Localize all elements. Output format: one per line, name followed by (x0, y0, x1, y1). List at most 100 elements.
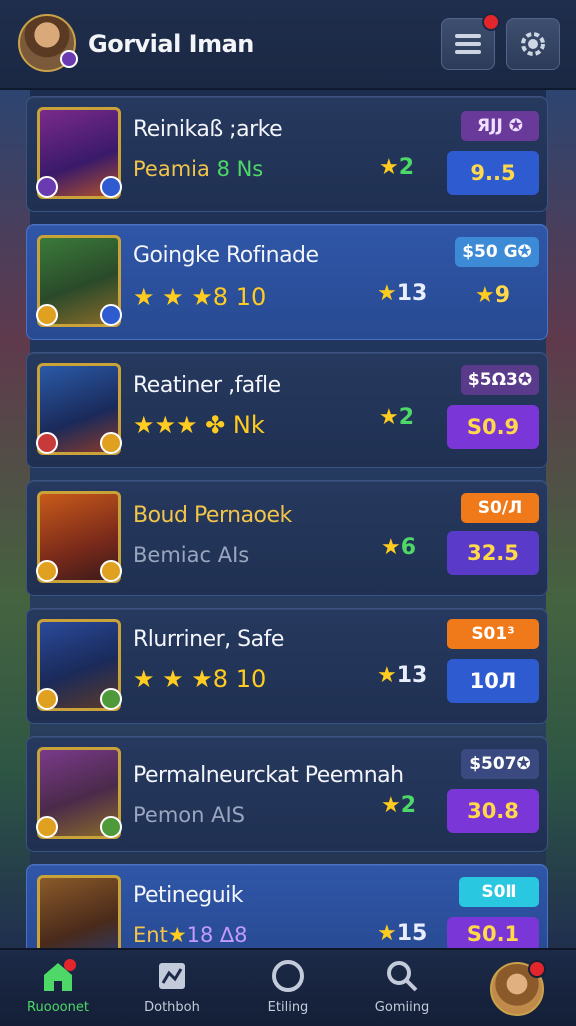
profile-avatar[interactable] (490, 960, 546, 1016)
hero-subtitle-text: Ent (133, 923, 168, 947)
hero-stars: ★ ★ ★8 10 (133, 283, 267, 311)
hero-subtitle-tag: 18 ∆8 (186, 923, 248, 947)
roster-card[interactable]: Reatiner ,fafle ★★★ ✤ Nk ★2 $5Ω3✪ S0.9 (26, 352, 548, 468)
rating-value: 6 (400, 535, 417, 560)
roster-card[interactable]: Permalneurckat Peemnah Pemon AIS ★2 $507… (26, 736, 548, 852)
notification-dot (528, 960, 546, 978)
class-icon (36, 176, 58, 198)
roster-card[interactable]: Reinikaß ;arke Peamia 8 Ns ★2 ЯЈЈ ✪ 9..5 (26, 96, 548, 212)
element-icon (100, 176, 122, 198)
hero-rating: ★13 (377, 281, 427, 306)
list-icon (455, 30, 481, 58)
value-text: 9 (494, 283, 511, 308)
roster-card[interactable]: Boud Pernaoek Bemiac AIs ★6 S0/Л 32.5 (26, 480, 548, 596)
hero-portrait (36, 107, 122, 199)
bottom-navigation: Ruooonet Dothboh Etiling Gomiing (0, 948, 576, 1026)
value-pill[interactable]: 32.5 (447, 531, 539, 575)
value-pill[interactable]: S0.1 (447, 917, 539, 951)
hero-name: Reinikaß ;arke (133, 117, 283, 142)
gear-person-icon (521, 32, 545, 56)
star-icon: ★ (475, 283, 495, 308)
element-icon (100, 560, 122, 582)
hero-subtitle-tag: 8 Ns (216, 157, 264, 181)
hero-subtitle: Bemiac AIs (133, 543, 250, 567)
rating-value: 15 (396, 921, 428, 946)
hero-stars: ★ ★ ★8 10 (133, 665, 267, 693)
chart-icon (122, 958, 222, 994)
hero-stars: ★★★ ✤ Nk (133, 411, 265, 439)
value-pill[interactable]: 9..5 (447, 151, 539, 195)
star-icon: ★ (167, 923, 187, 947)
rating-value: 2 (398, 155, 415, 180)
menu-button[interactable] (441, 13, 500, 70)
hero-subtitle: Ent★18 ∆8 (133, 923, 247, 947)
price-tag: ЯЈЈ ✪ (461, 111, 539, 141)
nav-search[interactable]: Gomiing (352, 958, 452, 1015)
star-icon: ★ (377, 281, 397, 306)
hero-portrait (36, 619, 122, 711)
price-tag: $50 G✪ (455, 237, 539, 267)
hero-portrait (36, 363, 122, 455)
hero-subtitle: Peamia 8 Ns (133, 157, 263, 181)
element-icon (100, 816, 122, 838)
element-icon (100, 304, 122, 326)
roster-card[interactable]: Rlurriner, Safe ★ ★ ★8 10 ★13 S01³ 10Л (26, 608, 548, 724)
rating-value: 13 (396, 663, 428, 688)
class-icon (36, 432, 58, 454)
star-icon: ★ (377, 921, 397, 946)
nav-home-label: Ruooonet (27, 1000, 89, 1015)
roster-card[interactable]: Petineguik Ent★18 ∆8 ★15 S0Ⅱ S0.1 (26, 864, 548, 961)
value-pill[interactable]: 10Л (447, 659, 539, 703)
hero-name: Permalneurckat Peemnah (133, 763, 404, 788)
hero-name: Reatiner ,fafle (133, 373, 281, 398)
hero-rating: ★13 (377, 663, 427, 688)
hero-name: Goingke Rofinade (133, 243, 319, 268)
player-avatar[interactable] (18, 14, 78, 72)
hero-portrait (36, 747, 122, 839)
hero-portrait (36, 235, 122, 327)
nav-rating-label: Etiling (267, 1000, 309, 1015)
hero-subtitle: Pemon AIS (133, 803, 246, 827)
nav-rating[interactable]: Etiling (238, 958, 338, 1015)
hero-rating: ★2 (379, 155, 414, 180)
class-icon (36, 304, 58, 326)
class-icon (36, 688, 58, 710)
star-icon: ★ (379, 405, 399, 430)
price-tag: S01³ (447, 619, 539, 649)
element-icon (100, 688, 122, 710)
settings-button[interactable] (506, 18, 560, 70)
value-pill[interactable]: S0.9 (447, 405, 539, 449)
hero-name: Petineguik (133, 883, 244, 908)
rating-value: 13 (396, 281, 428, 306)
rating-value: 2 (400, 793, 417, 818)
top-bar: Gorvial Iman (0, 0, 576, 90)
avatar-level-badge (60, 50, 78, 68)
hero-rating: ★6 (381, 535, 416, 560)
player-name: Gorvial Iman (88, 30, 254, 58)
nav-dashboard[interactable]: Dothboh (122, 958, 222, 1015)
star-icon: ★ (381, 535, 401, 560)
roster-card[interactable]: Goingke Rofinade ★ ★ ★8 10 ★13 $50 G✪ ★9 (26, 224, 548, 340)
star-icon: ★ (379, 155, 399, 180)
price-tag: $507✪ (461, 749, 539, 779)
price-tag: S0Ⅱ (459, 877, 539, 907)
hero-portrait (36, 491, 122, 583)
nav-dashboard-label: Dothboh (144, 1000, 200, 1015)
hero-rating: ★2 (379, 405, 414, 430)
star-icon: ★ (381, 793, 401, 818)
star-icon: ★ (377, 663, 397, 688)
notification-dot (482, 13, 500, 31)
value-pill[interactable]: ★9 (475, 283, 510, 308)
background-scenery-right (546, 80, 576, 944)
class-icon (36, 560, 58, 582)
hero-rating: ★2 (381, 793, 416, 818)
value-pill[interactable]: 30.8 (447, 789, 539, 833)
element-icon (100, 432, 122, 454)
price-tag: S0/Л (461, 493, 539, 523)
rating-value: 2 (398, 405, 415, 430)
nav-home[interactable]: Ruooonet (8, 958, 108, 1015)
hero-name: Rlurriner, Safe (133, 627, 284, 652)
hero-subtitle-text: Peamia (133, 157, 210, 181)
hero-rating: ★15 (377, 921, 427, 946)
home-icon (8, 958, 108, 994)
